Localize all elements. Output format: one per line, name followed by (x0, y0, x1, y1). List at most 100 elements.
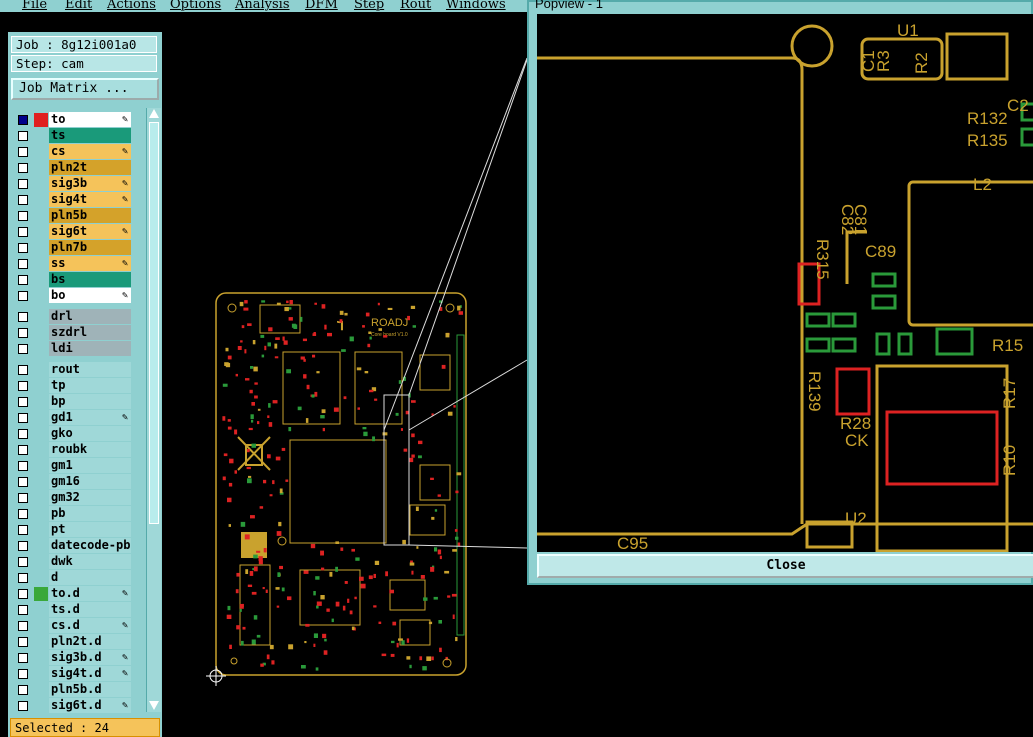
layer-name[interactable]: sig3b ✎ (49, 176, 131, 191)
layer-state-cell[interactable] (34, 539, 48, 553)
layer-row-gm32[interactable]: gm32 (13, 490, 131, 506)
layer-name[interactable]: ss ✎ (49, 256, 131, 271)
layer-row-gm1[interactable]: gm1 (13, 458, 131, 474)
layer-row-bp[interactable]: bp (13, 394, 131, 410)
layer-row-szdrl[interactable]: szdrl (13, 325, 131, 341)
layer-checkbox[interactable] (18, 701, 28, 711)
layer-name[interactable]: sig6t ✎ (49, 224, 131, 239)
layer-name[interactable]: pt (49, 522, 131, 537)
layer-name[interactable]: sig6t.d ✎ (49, 698, 131, 713)
layer-name[interactable]: pln5b.d (49, 682, 131, 697)
layer-name[interactable]: pln5b (49, 208, 131, 223)
layer-state-cell[interactable] (34, 619, 48, 633)
layer-row-pln5b[interactable]: pln5b (13, 208, 131, 224)
layer-state-cell[interactable] (34, 241, 48, 255)
layer-checkbox[interactable] (18, 525, 28, 535)
pcb-board[interactable]: ꭋ ROADJ Core board V1.0 (215, 292, 467, 676)
layer-checkbox[interactable] (18, 291, 28, 301)
layer-state-cell[interactable] (34, 427, 48, 441)
layer-name[interactable]: cs ✎ (49, 144, 131, 159)
menu-step[interactable]: Step (354, 0, 384, 12)
layer-name[interactable]: pln7b (49, 240, 131, 255)
layer-name[interactable]: bo ✎ (49, 288, 131, 303)
layer-state-cell[interactable] (34, 379, 48, 393)
layer-state-cell[interactable] (34, 523, 48, 537)
layer-row-d[interactable]: d (13, 570, 131, 586)
layer-state-cell[interactable] (34, 289, 48, 303)
layer-checkbox[interactable] (18, 493, 28, 503)
layer-row-pln2t.d[interactable]: pln2t.d (13, 634, 131, 650)
layer-checkbox[interactable] (18, 509, 28, 519)
layer-state-cell[interactable] (34, 603, 48, 617)
layer-row-gm16[interactable]: gm16 (13, 474, 131, 490)
scrollbar-thumb[interactable] (149, 122, 159, 524)
layer-state-cell[interactable] (34, 326, 48, 340)
layer-name[interactable]: szdrl (49, 325, 131, 340)
layer-state-cell[interactable] (34, 363, 48, 377)
layer-row-pln7b[interactable]: pln7b (13, 240, 131, 256)
layer-name[interactable]: sig4t.d ✎ (49, 666, 131, 681)
layer-name[interactable]: ldi (49, 341, 131, 356)
layer-checkbox[interactable] (18, 381, 28, 391)
layer-checkbox[interactable] (18, 227, 28, 237)
layer-row-ss[interactable]: ss ✎ (13, 256, 131, 272)
layer-checkbox[interactable] (18, 163, 28, 173)
scroll-up-icon[interactable] (149, 109, 159, 118)
layer-state-cell[interactable] (34, 459, 48, 473)
layer-state-cell[interactable] (34, 273, 48, 287)
layer-state-cell[interactable] (34, 257, 48, 271)
layer-checkbox[interactable] (18, 115, 28, 125)
layer-state-cell[interactable] (34, 209, 48, 223)
layer-checkbox[interactable] (18, 621, 28, 631)
layer-row-sig6t[interactable]: sig6t ✎ (13, 224, 131, 240)
layer-state-cell[interactable] (34, 193, 48, 207)
layer-checkbox[interactable] (18, 573, 28, 583)
layer-checkbox[interactable] (18, 461, 28, 471)
layer-state-cell[interactable] (34, 699, 48, 713)
layer-state-cell[interactable] (34, 507, 48, 521)
layer-state-cell[interactable] (34, 129, 48, 143)
layer-checkbox[interactable] (18, 429, 28, 439)
layer-checkbox[interactable] (18, 243, 28, 253)
layer-row-pln5b.d[interactable]: pln5b.d (13, 682, 131, 698)
layer-checkbox[interactable] (18, 312, 28, 322)
layer-row-pln2t[interactable]: pln2t (13, 160, 131, 176)
affected-layer-indicator[interactable] (34, 587, 48, 601)
layer-row-sig4t[interactable]: sig4t ✎ (13, 192, 131, 208)
layer-checkbox[interactable] (18, 131, 28, 141)
layer-scrollbar[interactable] (146, 108, 161, 712)
layer-row-rout[interactable]: rout (13, 362, 131, 378)
menu-windows[interactable]: Windows (446, 0, 506, 12)
layer-name[interactable]: gm16 (49, 474, 131, 489)
layer-state-cell[interactable] (34, 225, 48, 239)
menu-options[interactable]: Options (170, 0, 221, 12)
layer-row-gko[interactable]: gko (13, 426, 131, 442)
layer-row-tp[interactable]: tp (13, 378, 131, 394)
layer-state-cell[interactable] (34, 491, 48, 505)
layer-name[interactable]: drl (49, 309, 131, 324)
layer-name[interactable]: to ✎ (49, 112, 131, 127)
menu-analysis[interactable]: Analysis (235, 0, 290, 12)
layer-checkbox[interactable] (18, 259, 28, 269)
layer-row-pb[interactable]: pb (13, 506, 131, 522)
layer-row-drl[interactable]: drl (13, 309, 131, 325)
layer-name[interactable]: bs (49, 272, 131, 287)
layer-name[interactable]: pln2t (49, 160, 131, 175)
layer-row-to.d[interactable]: to.d ✎ (13, 586, 131, 602)
layer-checkbox[interactable] (18, 211, 28, 221)
scroll-down-icon[interactable] (149, 701, 159, 710)
layer-name[interactable]: to.d ✎ (49, 586, 131, 601)
layer-state-cell[interactable] (34, 555, 48, 569)
layer-state-cell[interactable] (34, 571, 48, 585)
layer-state-cell[interactable] (34, 395, 48, 409)
layer-row-gd1[interactable]: gd1 ✎ (13, 410, 131, 426)
layer-name[interactable]: pln2t.d (49, 634, 131, 649)
job-matrix-button[interactable]: Job Matrix ... (11, 78, 159, 100)
layer-row-dwk[interactable]: dwk (13, 554, 131, 570)
layer-name[interactable]: datecode-pbo (49, 538, 131, 553)
layer-name[interactable]: sig3b.d ✎ (49, 650, 131, 665)
layer-checkbox[interactable] (18, 541, 28, 551)
layer-name[interactable]: rout (49, 362, 131, 377)
layer-checkbox[interactable] (18, 195, 28, 205)
layer-row-sig6t.d[interactable]: sig6t.d ✎ (13, 698, 131, 714)
